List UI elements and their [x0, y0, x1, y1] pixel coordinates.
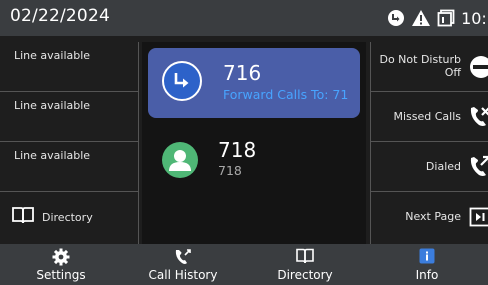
call-history-softkey[interactable]: Call History — [122, 244, 244, 285]
forward-status-icon — [387, 9, 405, 27]
call-forward-icon — [162, 61, 202, 101]
status-time: 10:5 — [461, 8, 488, 28]
book-icon — [296, 248, 314, 268]
line-key-2[interactable]: Line available — [0, 92, 138, 142]
next-page-label: Next Page — [405, 210, 461, 223]
directory-softkey-label: Directory — [277, 268, 333, 282]
directory-key-label: Directory — [42, 210, 93, 224]
next-page-icon — [469, 207, 488, 231]
settings-softkey-label: Settings — [36, 268, 86, 282]
warning-icon — [411, 9, 431, 27]
line-key-label: Line available — [14, 149, 91, 162]
book-icon — [12, 206, 34, 228]
line-key-3[interactable]: Line available — [0, 142, 138, 192]
line-key-label: Line available — [14, 49, 91, 62]
window-icon — [437, 9, 455, 27]
status-icons: 10:5 — [387, 6, 488, 30]
dnd-icon — [469, 55, 488, 83]
status-bar: 02/22/2024 10:5 — [0, 0, 488, 36]
contact-list-item[interactable]: 718 718 — [142, 138, 366, 186]
missed-calls-key[interactable]: Missed Calls — [371, 92, 488, 142]
line-key-label: Line available — [14, 99, 91, 112]
contact-number: 718 — [218, 138, 257, 162]
dialed-calls-icon — [467, 154, 488, 184]
dnd-state: Off — [444, 66, 461, 79]
info-softkey[interactable]: Info — [366, 244, 488, 285]
info-icon — [419, 248, 435, 268]
call-history-icon — [174, 248, 192, 270]
info-softkey-label: Info — [415, 268, 439, 282]
dnd-label: Do Not Disturb — [379, 53, 461, 66]
call-list-panel: 716 Forward Calls To: 71 718 718 — [142, 42, 366, 244]
line-key-1[interactable]: Line available — [0, 42, 138, 92]
active-line-card[interactable]: 716 Forward Calls To: 71 — [148, 48, 360, 118]
directory-key[interactable]: Directory — [0, 192, 138, 242]
missed-calls-label: Missed Calls — [393, 110, 461, 123]
softkey-bar: Settings Call History Directory Info — [0, 244, 488, 285]
dialed-calls-key[interactable]: Dialed — [371, 142, 488, 192]
next-page-key[interactable]: Next Page — [371, 192, 488, 242]
directory-softkey[interactable]: Directory — [244, 244, 366, 285]
forward-status-text: Forward Calls To: 71 — [223, 87, 349, 102]
contact-subtitle: 718 — [218, 163, 242, 178]
line-keys-panel: Line available Line available Line avail… — [0, 42, 139, 244]
call-history-softkey-label: Call History — [148, 268, 218, 282]
do-not-disturb-key[interactable]: Do Not Disturb Off — [371, 42, 488, 92]
missed-calls-icon — [467, 104, 488, 134]
status-date: 02/22/2024 — [10, 6, 110, 26]
active-line-number: 716 — [223, 61, 262, 85]
dialed-label: Dialed — [425, 160, 461, 173]
gear-icon — [52, 248, 70, 270]
settings-softkey[interactable]: Settings — [0, 244, 122, 285]
feature-keys-panel: Do Not Disturb Off Missed Calls Dialed N… — [370, 42, 488, 244]
person-avatar-icon — [162, 142, 198, 178]
